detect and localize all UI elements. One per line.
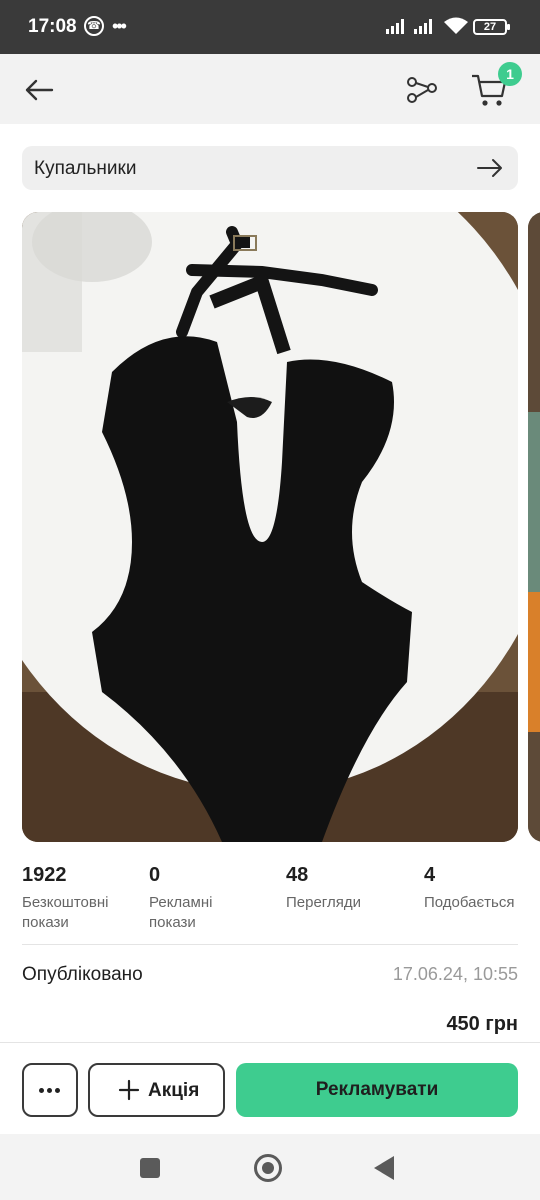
stat-value: 1922 xyxy=(22,864,67,886)
home-icon[interactable] xyxy=(254,1154,282,1182)
stat-value: 4 xyxy=(424,864,436,886)
next-photo-preview[interactable] xyxy=(528,212,540,842)
category-label: Купальники xyxy=(34,158,137,179)
stat-value: 0 xyxy=(149,864,161,886)
more-options-button[interactable] xyxy=(22,1063,78,1117)
stat-label: Подобається xyxy=(424,894,515,911)
published-date: 17.06.24, 10:55 xyxy=(392,964,518,984)
arrow-right-icon xyxy=(477,159,502,177)
action-bar: Акція Рекламувати xyxy=(0,1042,540,1134)
price: 450 грн xyxy=(446,1013,518,1035)
status-bar: 17:08 ☎ ••• 27 xyxy=(0,0,540,54)
product-photo[interactable] xyxy=(22,212,518,842)
stat-value: 48 xyxy=(286,864,309,886)
advertise-button[interactable]: Рекламувати xyxy=(236,1063,518,1117)
back-icon[interactable] xyxy=(374,1156,394,1180)
stat-likes: 4 Подобається xyxy=(424,864,520,913)
photo-gallery[interactable] xyxy=(22,212,540,842)
share-icon[interactable] xyxy=(404,70,440,106)
stat-views: 48 Перегляди xyxy=(286,864,406,913)
signal-icon xyxy=(414,18,436,34)
stat-label: Перегляди xyxy=(286,894,361,911)
signal-icon xyxy=(386,18,408,34)
battery-icon: 27 xyxy=(473,19,510,35)
category-link[interactable]: Купальники xyxy=(22,146,518,190)
cart-count-badge: 1 xyxy=(498,62,522,86)
plus-icon xyxy=(118,1079,140,1101)
recents-icon[interactable] xyxy=(140,1158,160,1178)
cart-button[interactable]: 1 xyxy=(468,62,524,112)
viber-icon: ☎ xyxy=(84,16,104,36)
promo-button[interactable]: Акція xyxy=(88,1063,225,1117)
stat-label: Рекламні покази xyxy=(149,894,213,931)
stat-label: Безкоштовні покази xyxy=(22,894,109,931)
stat-free-impressions: 1922 Безкоштовні покази xyxy=(22,864,142,933)
back-arrow-icon[interactable] xyxy=(22,73,56,107)
published-label: Опубліковано xyxy=(22,964,143,985)
stat-paid-impressions: 0 Рекламні покази xyxy=(149,864,259,933)
divider xyxy=(22,944,518,945)
wifi-icon xyxy=(444,17,468,34)
status-time: 17:08 xyxy=(28,16,77,37)
app-bar: 1 xyxy=(0,54,540,124)
more-notifications-icon: ••• xyxy=(112,16,127,36)
promo-label: Акція xyxy=(148,1080,200,1101)
system-nav-bar xyxy=(0,1134,540,1200)
listing-stats: 1922 Безкоштовні покази 0 Рекламні показ… xyxy=(22,864,522,933)
